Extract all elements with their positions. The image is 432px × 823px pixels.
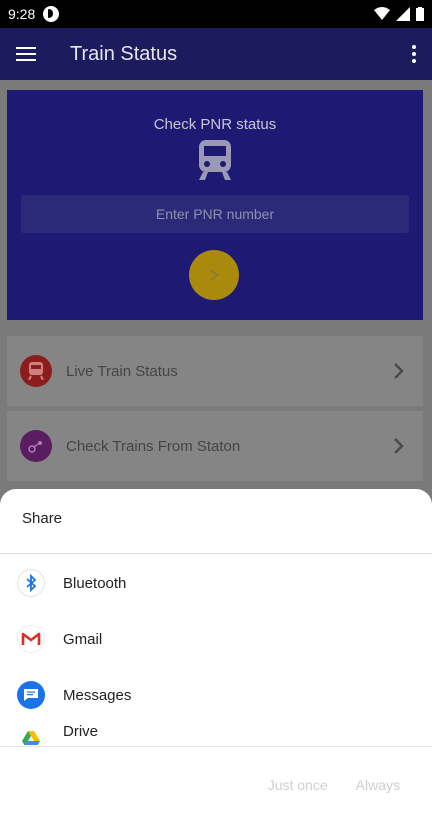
check-pnr-button[interactable] [189, 250, 239, 300]
battery-icon [416, 7, 424, 21]
divider [0, 746, 432, 747]
share-option-messages[interactable]: Messages [0, 667, 432, 723]
share-option-label: Bluetooth [63, 574, 127, 592]
signal-icon [396, 7, 410, 21]
chevron-right-icon [210, 269, 219, 281]
notification-app-icon [43, 6, 60, 22]
always-button[interactable]: Always [354, 773, 402, 797]
train-icon [20, 355, 52, 387]
chevron-right-icon [394, 363, 404, 379]
status-bar: 9:28 [0, 0, 432, 28]
share-sheet-title: Share [22, 510, 63, 527]
more-options-icon[interactable] [412, 45, 416, 63]
gmail-icon [17, 625, 45, 653]
app-bar: Train Status [0, 28, 432, 80]
share-sheet: Share Bluetooth Gmail Messages Drive Jus… [0, 489, 432, 823]
share-actions: Just once Always [266, 773, 402, 797]
check-trains-from-station-item[interactable]: Check Trains From Staton [7, 411, 423, 481]
pnr-input[interactable]: Enter PNR number [21, 195, 409, 233]
share-option-label: Drive [63, 723, 99, 740]
location-icon [20, 430, 52, 462]
messages-icon [17, 681, 45, 709]
app-title: Train Status [70, 42, 178, 65]
pnr-card: Check PNR status Enter PNR number [7, 90, 423, 320]
just-once-button[interactable]: Just once [266, 773, 330, 797]
bluetooth-icon [17, 569, 45, 597]
status-icons [374, 7, 424, 21]
chevron-right-icon [394, 438, 404, 454]
wifi-icon [374, 7, 390, 20]
list-item-label: Live Train Status [66, 362, 178, 380]
share-option-label: Messages [63, 686, 132, 704]
live-train-status-item[interactable]: Live Train Status [7, 336, 423, 406]
share-option-bluetooth[interactable]: Bluetooth [0, 555, 432, 611]
train-icon [199, 140, 231, 180]
menu-icon[interactable] [16, 47, 36, 61]
pnr-title: Check PNR status [153, 116, 277, 133]
share-option-label: Gmail [63, 630, 103, 648]
share-option-drive[interactable]: Drive [0, 723, 432, 745]
list-item-label: Check Trains From Staton [66, 437, 241, 455]
status-time: 9:28 [8, 6, 36, 22]
divider [0, 553, 432, 554]
drive-icon [17, 725, 45, 745]
share-option-gmail[interactable]: Gmail [0, 611, 432, 667]
